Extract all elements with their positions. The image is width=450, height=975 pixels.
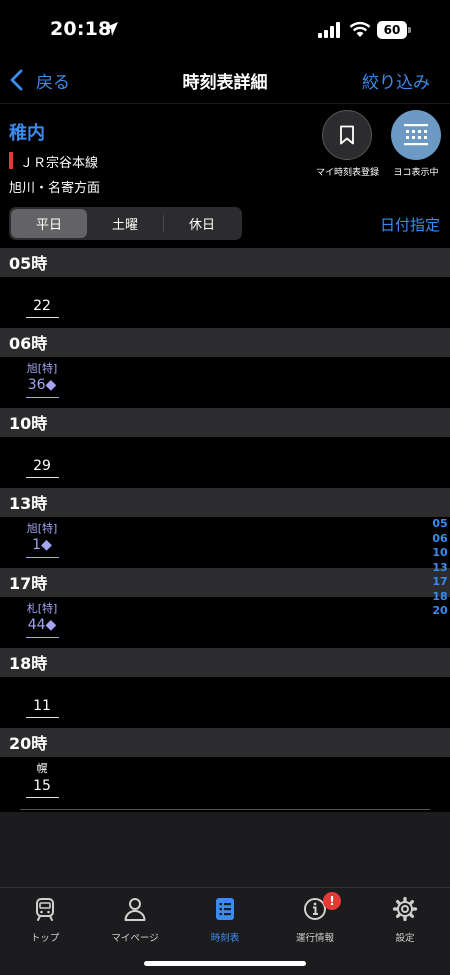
train-type: 札[特] — [26, 602, 58, 615]
train-minute: 15 — [33, 778, 51, 794]
nav-bar: 戻る 時刻表詳細 絞り込み — [0, 58, 450, 104]
location-arrow-icon — [104, 22, 118, 36]
train-minute: 1◆ — [32, 537, 52, 553]
tab-label: 設定 — [395, 933, 415, 944]
hour-header: 06時 — [0, 328, 450, 357]
hour-index-item[interactable]: 17 — [427, 575, 450, 590]
tab-label: 運行情報 — [295, 933, 334, 944]
train-type: 幌 — [36, 762, 48, 775]
train-minute: 29 — [33, 458, 51, 474]
hour-header: 05時 — [0, 248, 450, 277]
battery-icon: 60 — [377, 21, 411, 39]
empty-area — [0, 812, 450, 887]
line-name: ＪＲ宗谷本線 — [20, 156, 99, 171]
hour-header: 13時 — [0, 488, 450, 517]
train-minute: 44◆ — [27, 617, 57, 633]
tab-label: トップ — [30, 933, 60, 944]
signal-icon — [318, 22, 340, 38]
timetable: 05時 22 06時 旭[特] 36◆ 10時 29 13時 旭[特] 1◆ 1… — [0, 248, 450, 810]
hour-row: 29 — [0, 437, 450, 488]
date-select-button[interactable]: 日付指定 — [380, 214, 440, 235]
hour-index-item[interactable]: 10 — [427, 546, 450, 561]
hour-index-item[interactable]: 06 — [427, 532, 450, 547]
tab-label: 時刻表 — [210, 933, 240, 944]
train-minute: 11 — [33, 698, 51, 714]
tab-top[interactable]: トップ — [0, 896, 90, 944]
hour-index: 05 06 10 13 17 18 20 — [427, 517, 450, 619]
notification-badge: ! — [323, 892, 341, 910]
my-timetable-button[interactable] — [322, 110, 372, 160]
day-type-selector: 平日 土曜 休日 — [9, 207, 242, 240]
gear-icon — [392, 896, 418, 922]
train-icon — [36, 898, 54, 921]
tab-saturday[interactable]: 土曜 — [87, 209, 163, 238]
hour-row: 11 — [0, 677, 450, 728]
home-indicator[interactable] — [144, 961, 306, 966]
train-type: 旭[特] — [26, 362, 58, 375]
station-name: 稚内 — [9, 123, 45, 144]
hour-header: 10時 — [0, 408, 450, 437]
train-minute: 22 — [33, 298, 51, 314]
hour-index-item[interactable]: 05 — [427, 517, 450, 532]
hour-header: 20時 — [0, 728, 450, 757]
hour-header: 17時 — [0, 568, 450, 597]
horizontal-view-label: ヨコ表示中 — [393, 168, 439, 178]
bookmark-icon — [340, 125, 354, 145]
tab-service-info[interactable]: ! 運行情報 — [270, 892, 360, 944]
hour-row: 旭[特] 1◆ — [0, 517, 450, 568]
hour-row: 札[特] 44◆ — [0, 597, 450, 648]
tab-timetable[interactable]: 時刻表 — [180, 896, 270, 944]
line-color-bar — [9, 152, 13, 169]
train-type: 旭[特] — [26, 522, 58, 535]
tab-holiday[interactable]: 休日 — [164, 209, 240, 238]
hour-index-item[interactable]: 18 — [427, 590, 450, 605]
battery-level: 60 — [377, 21, 407, 39]
hour-index-item[interactable]: 13 — [427, 561, 450, 576]
filter-button[interactable]: 絞り込み — [362, 68, 430, 93]
horizontal-view-button[interactable] — [391, 110, 441, 160]
grid-icon — [404, 124, 428, 146]
divider — [20, 809, 430, 810]
tab-mypage[interactable]: マイページ — [90, 896, 180, 944]
person-icon — [124, 898, 146, 921]
tab-weekday[interactable]: 平日 — [11, 209, 87, 238]
wifi-icon — [349, 21, 371, 37]
status-bar: 20:18 60 — [0, 0, 450, 58]
hour-header: 18時 — [0, 648, 450, 677]
hour-index-item[interactable]: 20 — [427, 604, 450, 619]
direction-label: 旭川・名寄方面 — [9, 181, 101, 196]
tab-label: マイページ — [111, 933, 159, 944]
timetable-icon — [216, 898, 234, 920]
hour-row: 22 — [0, 277, 450, 328]
hour-row: 旭[特] 36◆ — [0, 357, 450, 408]
train-minute: 36◆ — [27, 377, 57, 393]
my-timetable-label: マイ時刻表登録 — [315, 168, 379, 178]
hour-row: 幌 15 — [0, 757, 450, 808]
tab-settings[interactable]: 設定 — [360, 896, 450, 944]
